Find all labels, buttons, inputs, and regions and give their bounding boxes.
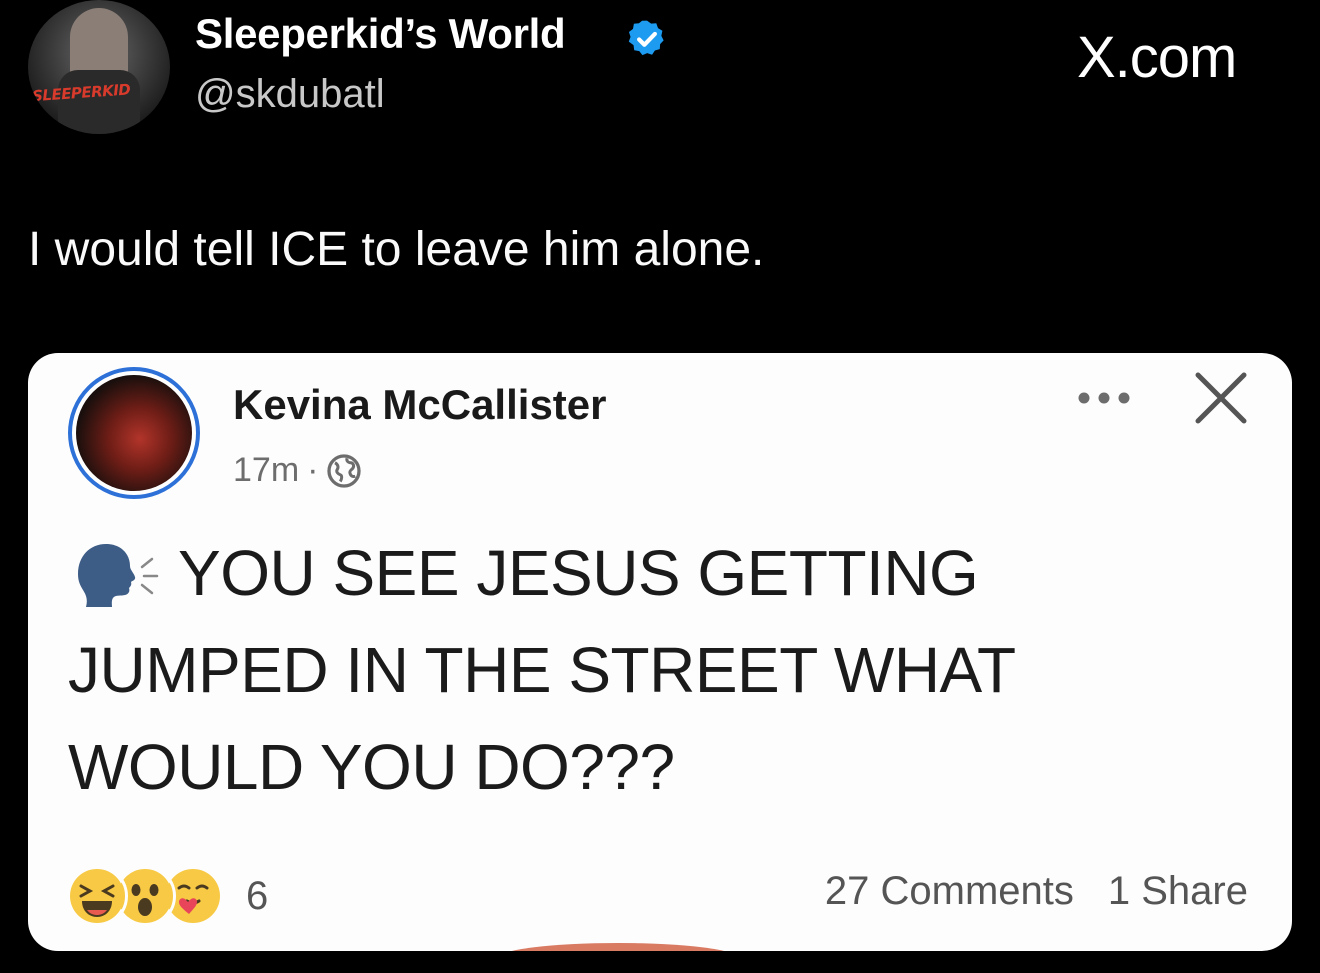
post-meta: 17m · (233, 451, 362, 490)
comment-count: 27 Comments (824, 869, 1074, 913)
globe-icon (327, 453, 362, 488)
post-stats: 27 Comments 1 Share (825, 869, 1248, 914)
post-author-name: Kevina McCallister (233, 381, 607, 428)
tweet-text: I would tell ICE to leave him alone. (28, 223, 765, 276)
author-avatar[interactable]: SLEEPERKID (28, 0, 170, 134)
reaction-count: 6 (246, 873, 269, 918)
author-handle[interactable]: @skdubatl (195, 72, 385, 117)
haha-reaction-icon (66, 865, 128, 927)
site-watermark: X.com (1077, 25, 1237, 90)
author-display-name[interactable]: Sleeperkid’s World (195, 10, 566, 58)
more-options-icon (1078, 392, 1130, 404)
post-body: YOU SEE JESUS GETTING JUMPED IN THE STRE… (68, 537, 1015, 803)
image-preview-edge (498, 943, 738, 951)
post-author-avatar-image (76, 375, 192, 491)
meta-separator: · (307, 451, 319, 489)
post-author-avatar (68, 367, 200, 499)
close-icon (1195, 372, 1247, 424)
reactions-bar: 6 (66, 865, 268, 927)
share-count: 1 Share (1107, 869, 1248, 913)
verified-badge-icon (628, 20, 664, 56)
embedded-post-card[interactable]: Kevina McCallister 17m · YOU SEE JESUS G… (28, 353, 1292, 951)
post-time: 17m (233, 451, 300, 489)
